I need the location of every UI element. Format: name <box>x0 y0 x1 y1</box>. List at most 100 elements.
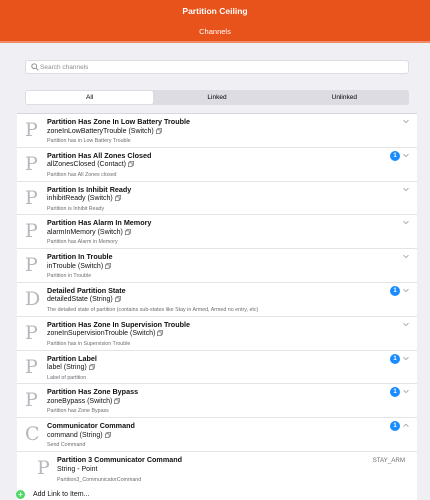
channel-row[interactable]: P Partition In Trouble inTrouble (Switch) P… <box>17 249 417 283</box>
channel-row[interactable]: P Partition Has Zone In Low Battery Troub… <box>17 114 417 148</box>
channel-name: Partition Has All Zones Closed <box>47 150 152 160</box>
channel-letter-icon: P <box>25 355 38 378</box>
linked-count-badge: 1 <box>390 285 400 296</box>
channel-name: Partition In Trouble <box>47 252 113 262</box>
channel-row[interactable]: P Partition Has Zone In Supervision Troub… <box>17 317 417 351</box>
channel-description: Partition has All Zones closed <box>47 171 117 178</box>
tab-channels[interactable]: Channels <box>0 27 430 36</box>
channel-type: zoneInSupervisionTrouble (Switch) <box>47 330 164 338</box>
tab-underline <box>0 41 430 43</box>
copy-icon[interactable] <box>114 296 121 303</box>
copy-icon[interactable] <box>128 161 134 168</box>
linked-count-badge: 1 <box>390 387 400 398</box>
channel-type: command (String) <box>47 432 111 439</box>
chevron-down-icon[interactable] <box>402 286 410 294</box>
filter-segmented-control: All Linked Unlinked <box>25 90 409 105</box>
copy-icon[interactable] <box>157 330 164 337</box>
copy-icon[interactable] <box>114 195 121 202</box>
channel-list: P Partition Has Zone In Low Battery Troub… <box>17 113 417 500</box>
channel-type-text: zoneBypass (Switch) <box>47 397 113 405</box>
copy-icon[interactable] <box>104 431 111 438</box>
copy-icon[interactable] <box>124 228 131 235</box>
channel-type-text: inhibitReady (Switch) <box>47 195 113 203</box>
channel-row[interactable]: P Partition Has Alarm In Memory alarmInMem… <box>17 215 417 250</box>
channel-type-text: zoneInSupervisionTrouble (Switch) <box>47 330 156 338</box>
channel-type-text: allZonesClosed (Contact) <box>47 161 126 169</box>
channel-description: The detailed state of partition (contain… <box>47 306 259 313</box>
channel-type-text: label (String) <box>47 364 87 372</box>
search-icon <box>31 63 39 71</box>
add-link-button[interactable]: + Add Link to Item... <box>16 488 89 500</box>
search-bar[interactable] <box>25 60 409 74</box>
channel-row[interactable]: P Partition Is Inhibit Ready inhibitReady … <box>17 182 417 216</box>
channel-type-text: alarmInMemory (Switch) <box>47 228 123 236</box>
chevron-down-icon[interactable] <box>402 354 410 362</box>
channel-name: Detailed Partition State <box>47 285 126 295</box>
channel-type-text: inTrouble (Switch) <box>47 262 104 270</box>
plus-icon: + <box>16 489 25 499</box>
channel-description: Label of partition <box>47 374 87 381</box>
channel-name: Partition Has Zone Bypass <box>47 387 139 397</box>
channel-description: Partition has Zone Bypass <box>47 408 109 415</box>
chevron-down-icon[interactable] <box>402 320 410 328</box>
chevron-down-icon[interactable] <box>402 117 410 125</box>
segment-linked[interactable]: Linked <box>153 91 280 104</box>
channel-type: inhibitReady (Switch) <box>47 195 121 202</box>
channel-letter-icon: P <box>25 152 38 175</box>
channel-row[interactable]: P Partition Has Zone Bypass zoneBypass (Sw… <box>17 384 417 419</box>
channel-description: Partition has in Supervision Trouble <box>47 340 131 347</box>
search-input[interactable] <box>40 61 400 73</box>
channel-type-text: command (String) <box>47 431 103 439</box>
channel-letter-icon: P <box>25 186 38 209</box>
channel-description: Partition is Inhibit Ready <box>47 205 105 212</box>
channel-letter-icon: P <box>25 254 38 277</box>
channel-type: label (String) <box>47 364 95 371</box>
channel-name: Partition Is Inhibit Ready <box>47 184 132 194</box>
channel-letter-icon: P <box>25 220 38 243</box>
linked-item-type: String - Point <box>57 465 98 473</box>
channel-letter-icon: P <box>25 389 38 412</box>
channel-description: Send Command <box>47 442 86 449</box>
linked-item-state: STAY_ARM <box>372 456 405 464</box>
channel-name: Partition Has Alarm In Memory <box>47 218 152 228</box>
channel-type-text: detailedState (String) <box>47 296 113 304</box>
app-header: Partition Ceiling Channels <box>0 0 430 43</box>
channel-type: allZonesClosed (Contact) <box>47 161 134 168</box>
add-link-label: Add Link to Item... <box>33 490 90 498</box>
segment-all[interactable]: All <box>26 91 154 104</box>
copy-icon[interactable] <box>155 127 162 134</box>
linked-item-name: Partition 3 Communicator Command <box>57 454 182 464</box>
channel-name: Partition Label <box>47 353 97 363</box>
channel-type-text: zoneInLowBatteryTrouble (Switch) <box>47 127 154 135</box>
linked-item-id: Partition3_CommunicatorCommand <box>57 476 142 483</box>
channel-type: detailedState (String) <box>47 296 121 303</box>
chevron-down-icon[interactable] <box>402 185 410 193</box>
channel-row[interactable]: D Detailed Partition State detailedState (… <box>17 283 417 317</box>
chevron-down-icon[interactable] <box>402 151 410 159</box>
channel-row[interactable]: P Partition Label label (String) Label of p… <box>17 351 417 385</box>
chevron-down-icon[interactable] <box>402 252 410 260</box>
channel-type: inTrouble (Switch) <box>47 262 112 270</box>
channel-letter-icon: C <box>25 423 40 446</box>
channel-letter-icon: P <box>25 321 38 344</box>
linked-count-badge: 1 <box>390 150 400 161</box>
channel-name: Communicator Command <box>47 421 135 431</box>
linked-count-badge: 1 <box>390 421 400 432</box>
copy-icon[interactable] <box>88 364 95 371</box>
channel-letter-icon: P <box>25 119 38 141</box>
channel-letter-icon: D <box>25 287 41 310</box>
copy-icon[interactable] <box>105 262 112 269</box>
chevron-up-icon[interactable] <box>402 421 410 429</box>
chevron-down-icon[interactable] <box>402 387 410 395</box>
channel-row[interactable]: P Partition Has All Zones Closed allZonesC… <box>17 148 417 182</box>
linked-item-letter-icon: P <box>37 456 50 479</box>
chevron-down-icon[interactable] <box>402 218 410 226</box>
channel-row[interactable]: C Communicator Command command (String) Sen… <box>17 418 417 452</box>
copy-icon[interactable] <box>114 397 121 404</box>
linked-count-badge: 1 <box>390 353 400 364</box>
channel-description: Partition has Alarm in Memory <box>47 239 118 246</box>
channel-type: alarmInMemory (Switch) <box>47 229 131 236</box>
linked-item-row[interactable]: P Partition 3 Communicator Command String … <box>17 451 417 488</box>
segment-unlinked[interactable]: Unlinked <box>281 91 408 104</box>
page-title: Partition Ceiling <box>182 6 248 16</box>
